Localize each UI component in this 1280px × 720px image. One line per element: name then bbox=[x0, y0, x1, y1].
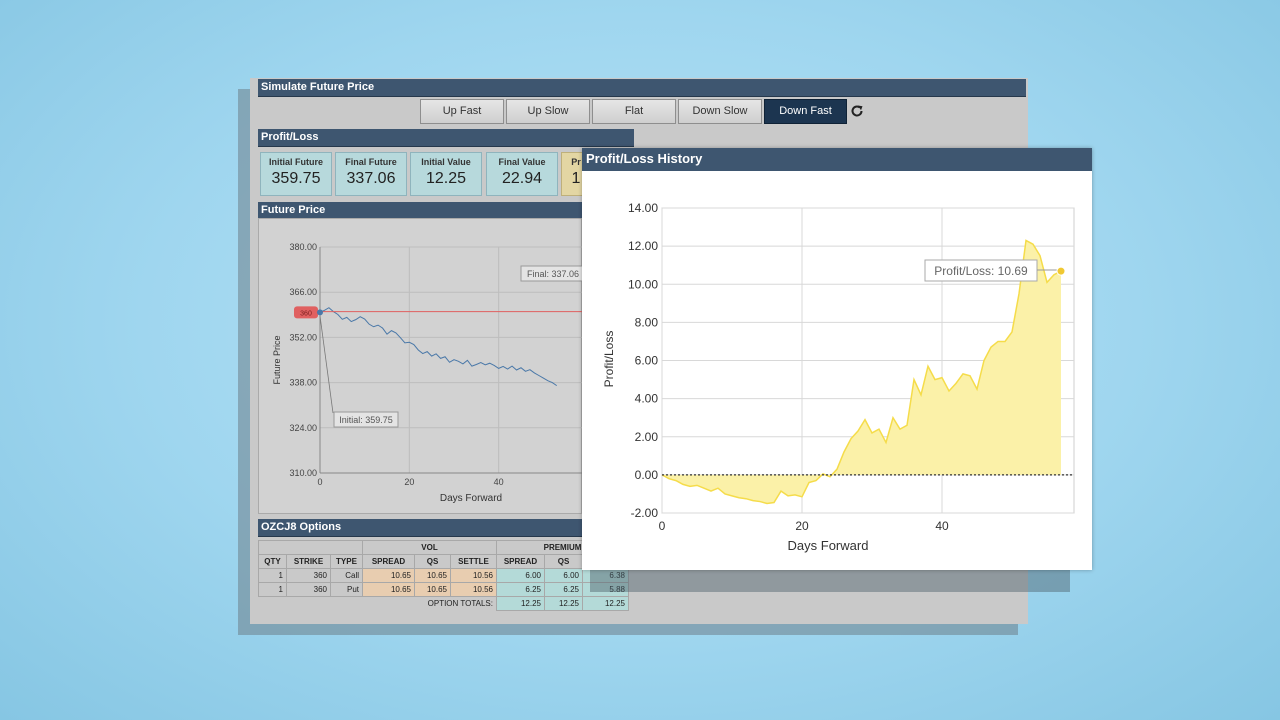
prem-qs-cell[interactable]: 6.25 bbox=[544, 582, 583, 597]
strike-cell: 360 bbox=[286, 568, 331, 583]
final-value-card: Final Value 22.94 bbox=[486, 152, 558, 196]
vol-settle-cell[interactable]: 10.56 bbox=[450, 582, 497, 597]
y-axis-label: Profit/Loss bbox=[602, 331, 616, 388]
col-prem-spread: SPREAD bbox=[496, 554, 545, 569]
flat-button[interactable]: Flat bbox=[592, 99, 676, 124]
x-tick-label: 40 bbox=[935, 519, 949, 533]
future-price-series bbox=[319, 307, 558, 387]
y-tick-label: 14.00 bbox=[628, 201, 658, 215]
initial-value-card: Initial Value 12.25 bbox=[410, 152, 482, 196]
prem-spread-cell[interactable]: 6.25 bbox=[496, 582, 545, 597]
y-tick-label: 12.00 bbox=[628, 239, 658, 253]
y-tick-label: 380.00 bbox=[289, 242, 317, 252]
up-slow-button[interactable]: Up Slow bbox=[506, 99, 590, 124]
simulate-header: Simulate Future Price bbox=[258, 79, 1026, 97]
total-spread-cell: 12.25 bbox=[496, 596, 545, 611]
y-tick-label: 352.00 bbox=[289, 332, 317, 342]
col-vol-qs: QS bbox=[414, 554, 451, 569]
totals-label: OPTION TOTALS: bbox=[427, 599, 493, 609]
type-cell: Call bbox=[330, 568, 363, 583]
x-axis-label: Days Forward bbox=[440, 493, 502, 504]
y-tick-label: 2.00 bbox=[635, 430, 659, 444]
y-tick-label: 8.00 bbox=[635, 315, 659, 329]
col-strike: STRIKE bbox=[286, 554, 331, 569]
initial-connector bbox=[319, 315, 334, 414]
column-header-row: QTY STRIKE TYPE SPREAD QS SETTLE SPREAD … bbox=[258, 554, 629, 569]
blank-cell bbox=[258, 540, 363, 555]
initial-future-card: Initial Future 359.75 bbox=[260, 152, 332, 196]
card-value: 359.75 bbox=[271, 170, 321, 187]
card-label: Initial Future bbox=[269, 157, 323, 167]
x-tick-label: 20 bbox=[404, 477, 414, 487]
col-prem-qs: QS bbox=[544, 554, 583, 569]
up-fast-button[interactable]: Up Fast bbox=[420, 99, 504, 124]
x-tick-label: 40 bbox=[494, 477, 504, 487]
card-value: 22.94 bbox=[501, 170, 543, 187]
vol-qs-cell[interactable]: 10.65 bbox=[414, 568, 451, 583]
qty-cell: 1 bbox=[258, 568, 287, 583]
marker-label: 360 bbox=[300, 310, 312, 317]
y-tick-label: 0.00 bbox=[635, 468, 659, 482]
current-price-marker: 360 bbox=[294, 306, 323, 319]
y-tick-label: 4.00 bbox=[635, 392, 659, 406]
x-tick-label: 20 bbox=[795, 519, 809, 533]
profit-loss-tooltip: Profit/Loss: 10.69 bbox=[934, 264, 1028, 278]
table-row[interactable]: 1 360 Put 10.65 10.65 10.56 6.25 6.25 5.… bbox=[258, 582, 629, 597]
y-tick-label: 10.00 bbox=[628, 277, 658, 291]
initial-tooltip: Initial: 359.75 bbox=[339, 415, 393, 425]
card-label: Initial Value bbox=[421, 157, 471, 167]
vol-spread-cell[interactable]: 10.65 bbox=[362, 568, 415, 583]
prem-spread-cell[interactable]: 6.00 bbox=[496, 568, 545, 583]
y-axis-label: Future Price bbox=[272, 335, 282, 384]
qty-cell: 1 bbox=[258, 582, 287, 597]
card-value: 12.25 bbox=[425, 170, 467, 187]
current-point bbox=[1056, 266, 1066, 276]
col-qty: QTY bbox=[258, 554, 287, 569]
vol-settle-cell[interactable]: 10.56 bbox=[450, 568, 497, 583]
group-header-row: VOL PREMIUM bbox=[258, 540, 629, 555]
y-tick-label: 338.00 bbox=[289, 378, 317, 388]
profit-loss-header: Profit/Loss bbox=[258, 129, 634, 147]
x-axis-label: Days Forward bbox=[788, 538, 869, 553]
table-row[interactable]: 1 360 Call 10.65 10.65 10.56 6.00 6.00 6… bbox=[258, 568, 629, 583]
popup-title[interactable]: Profit/Loss History bbox=[582, 148, 1092, 171]
total-qs-cell: 12.25 bbox=[544, 596, 583, 611]
card-label: Final Value bbox=[498, 157, 546, 167]
y-tick-label: 366.00 bbox=[289, 287, 317, 297]
vol-qs-cell[interactable]: 10.65 bbox=[414, 582, 451, 597]
total-settle-cell: 12.25 bbox=[582, 596, 629, 611]
y-tick-label: 324.00 bbox=[289, 423, 317, 433]
options-table: VOL PREMIUM QTY STRIKE TYPE SPREAD QS SE… bbox=[258, 540, 629, 611]
refresh-icon[interactable] bbox=[850, 104, 864, 118]
type-cell: Put bbox=[330, 582, 363, 597]
x-tick-label: 0 bbox=[659, 519, 666, 533]
card-label: Final Future bbox=[345, 157, 397, 167]
final-future-card: Final Future 337.06 bbox=[335, 152, 407, 196]
final-tooltip: Final: 337.06 bbox=[527, 269, 579, 279]
profit-loss-history-chart: -2.00 0.00 2.00 4.00 6.00 8.00 10.00 12.00 14.00… bbox=[602, 201, 1075, 553]
future-price-chart: 310.00 324.00 338.00 352.00 366.00 380.00 0 20 4… bbox=[272, 242, 582, 504]
y-tick-label: -2.00 bbox=[631, 506, 659, 520]
y-tick-label: 310.00 bbox=[289, 468, 317, 478]
y-tick-label: 6.00 bbox=[635, 354, 659, 368]
down-fast-button[interactable]: Down Fast bbox=[764, 99, 847, 124]
col-vol-spread: SPREAD bbox=[362, 554, 415, 569]
vol-group-header: VOL bbox=[362, 540, 497, 555]
col-type: TYPE bbox=[330, 554, 363, 569]
prem-qs-cell[interactable]: 6.00 bbox=[544, 568, 583, 583]
strike-cell: 360 bbox=[286, 582, 331, 597]
options-header: OZCJ8 Options bbox=[258, 519, 634, 537]
card-value: 337.06 bbox=[346, 170, 396, 187]
down-slow-button[interactable]: Down Slow bbox=[678, 99, 762, 124]
totals-row: OPTION TOTALS: 12.25 12.25 12.25 bbox=[259, 596, 629, 611]
col-vol-settle: SETTLE bbox=[450, 554, 497, 569]
x-tick-label: 0 bbox=[317, 477, 322, 487]
vol-spread-cell[interactable]: 10.65 bbox=[362, 582, 415, 597]
